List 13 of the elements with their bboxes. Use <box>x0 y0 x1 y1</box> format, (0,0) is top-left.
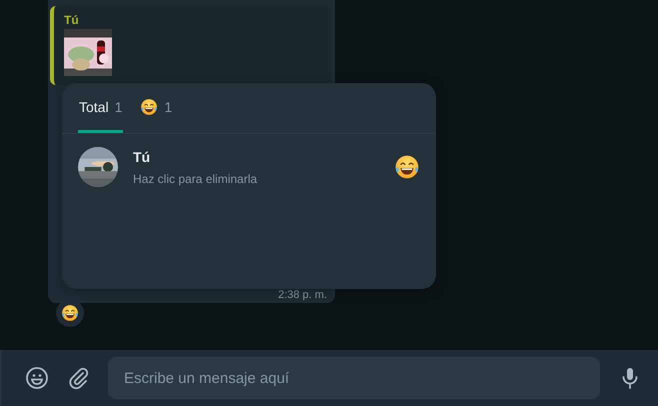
paperclip-icon[interactable] <box>67 366 91 390</box>
reactor-name: Tú <box>133 148 152 166</box>
reaction-tab[interactable]: 1 <box>139 83 174 133</box>
message-time: 2:38 p. m. <box>278 290 327 301</box>
quoted-message[interactable]: Tú <box>50 6 331 85</box>
reaction-tab[interactable]: Total 1 <box>78 83 124 133</box>
laughing-face-icon <box>61 304 79 322</box>
quote-author: Tú <box>64 13 80 27</box>
remove-hint[interactable]: Haz clic para eliminarla <box>133 170 379 186</box>
laughing-face-icon <box>140 98 158 116</box>
message-field[interactable]: Escribe un mensaje aquí <box>108 357 600 399</box>
laughing-face-icon <box>394 154 420 180</box>
emoji-icon[interactable] <box>25 366 49 390</box>
